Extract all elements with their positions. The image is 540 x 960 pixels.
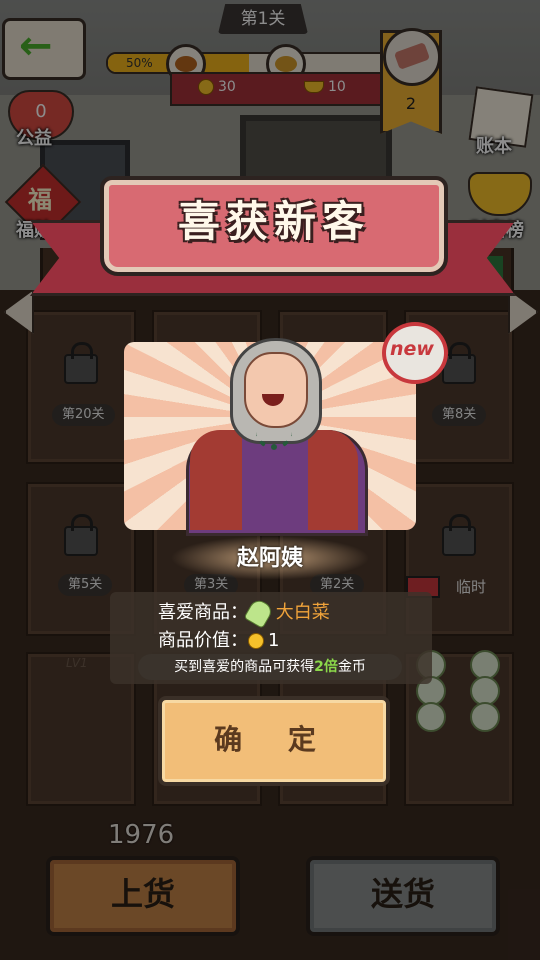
cabbage-icon — [243, 597, 275, 629]
banner-title: 喜获新客 — [177, 197, 370, 246]
bonus-hint: 买到喜爱的商品可获得2倍金币 — [138, 654, 402, 680]
customer-name: 赵阿姨 — [236, 546, 303, 571]
customer-face — [244, 352, 308, 428]
value-label: 商品价值： — [158, 630, 248, 651]
value-amount: 1 — [268, 630, 280, 651]
confirm-label[interactable]: 确 定 — [158, 718, 390, 758]
hint-multiplier: 2倍 — [314, 659, 338, 675]
customer-scarf — [308, 430, 358, 530]
favorite-label: 喜爱商品： — [158, 602, 248, 623]
favorite-item: 大白菜 — [275, 602, 330, 623]
customer-scarf — [190, 430, 242, 530]
item-value-row: 商品价值： 1 — [158, 626, 279, 652]
coin-icon — [248, 633, 264, 649]
favorite-item-row: 喜爱商品： 大白菜 — [158, 597, 330, 629]
new-badge: new — [382, 322, 448, 384]
